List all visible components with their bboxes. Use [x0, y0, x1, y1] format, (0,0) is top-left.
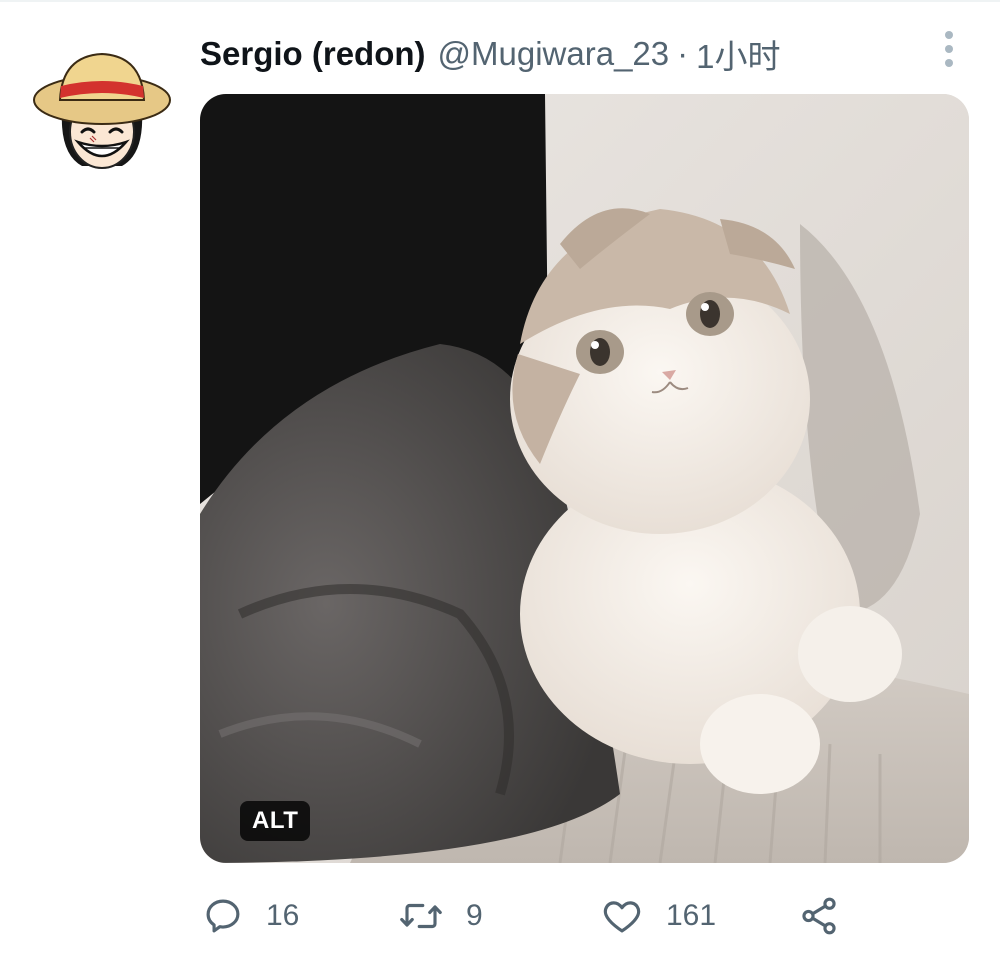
cat-photo: [200, 94, 969, 863]
avatar[interactable]: [32, 34, 172, 174]
tweet-media[interactable]: ALT: [200, 94, 969, 863]
vertical-ellipsis-icon: [945, 31, 953, 67]
tweet-timestamp[interactable]: 1小时: [696, 30, 780, 78]
retweet-icon: [400, 903, 442, 929]
tweet-header: Sergio (redon) @Mugiwara_23 · 1小时: [200, 26, 781, 82]
reply-count: 16: [266, 899, 300, 932]
author-display-name[interactable]: Sergio (redon): [200, 35, 426, 73]
share-icon: [802, 897, 836, 935]
like-button[interactable]: 161: [600, 888, 716, 944]
retweet-button[interactable]: 9: [398, 888, 483, 944]
header-separator: ·: [677, 35, 689, 72]
author-handle[interactable]: @Mugiwara_23: [438, 35, 670, 73]
more-options-button[interactable]: [928, 28, 970, 70]
reply-icon: [206, 899, 240, 933]
share-button[interactable]: [798, 888, 840, 944]
top-divider: [0, 0, 1000, 2]
reply-button[interactable]: 16: [202, 888, 299, 944]
heart-icon: [603, 901, 641, 933]
straw-hat-avatar-icon: [32, 34, 172, 174]
like-count: 161: [666, 899, 717, 932]
alt-text-badge[interactable]: ALT: [240, 801, 311, 841]
retweet-count: 9: [466, 899, 483, 932]
tweet-actions: 16 9 161: [200, 888, 860, 944]
